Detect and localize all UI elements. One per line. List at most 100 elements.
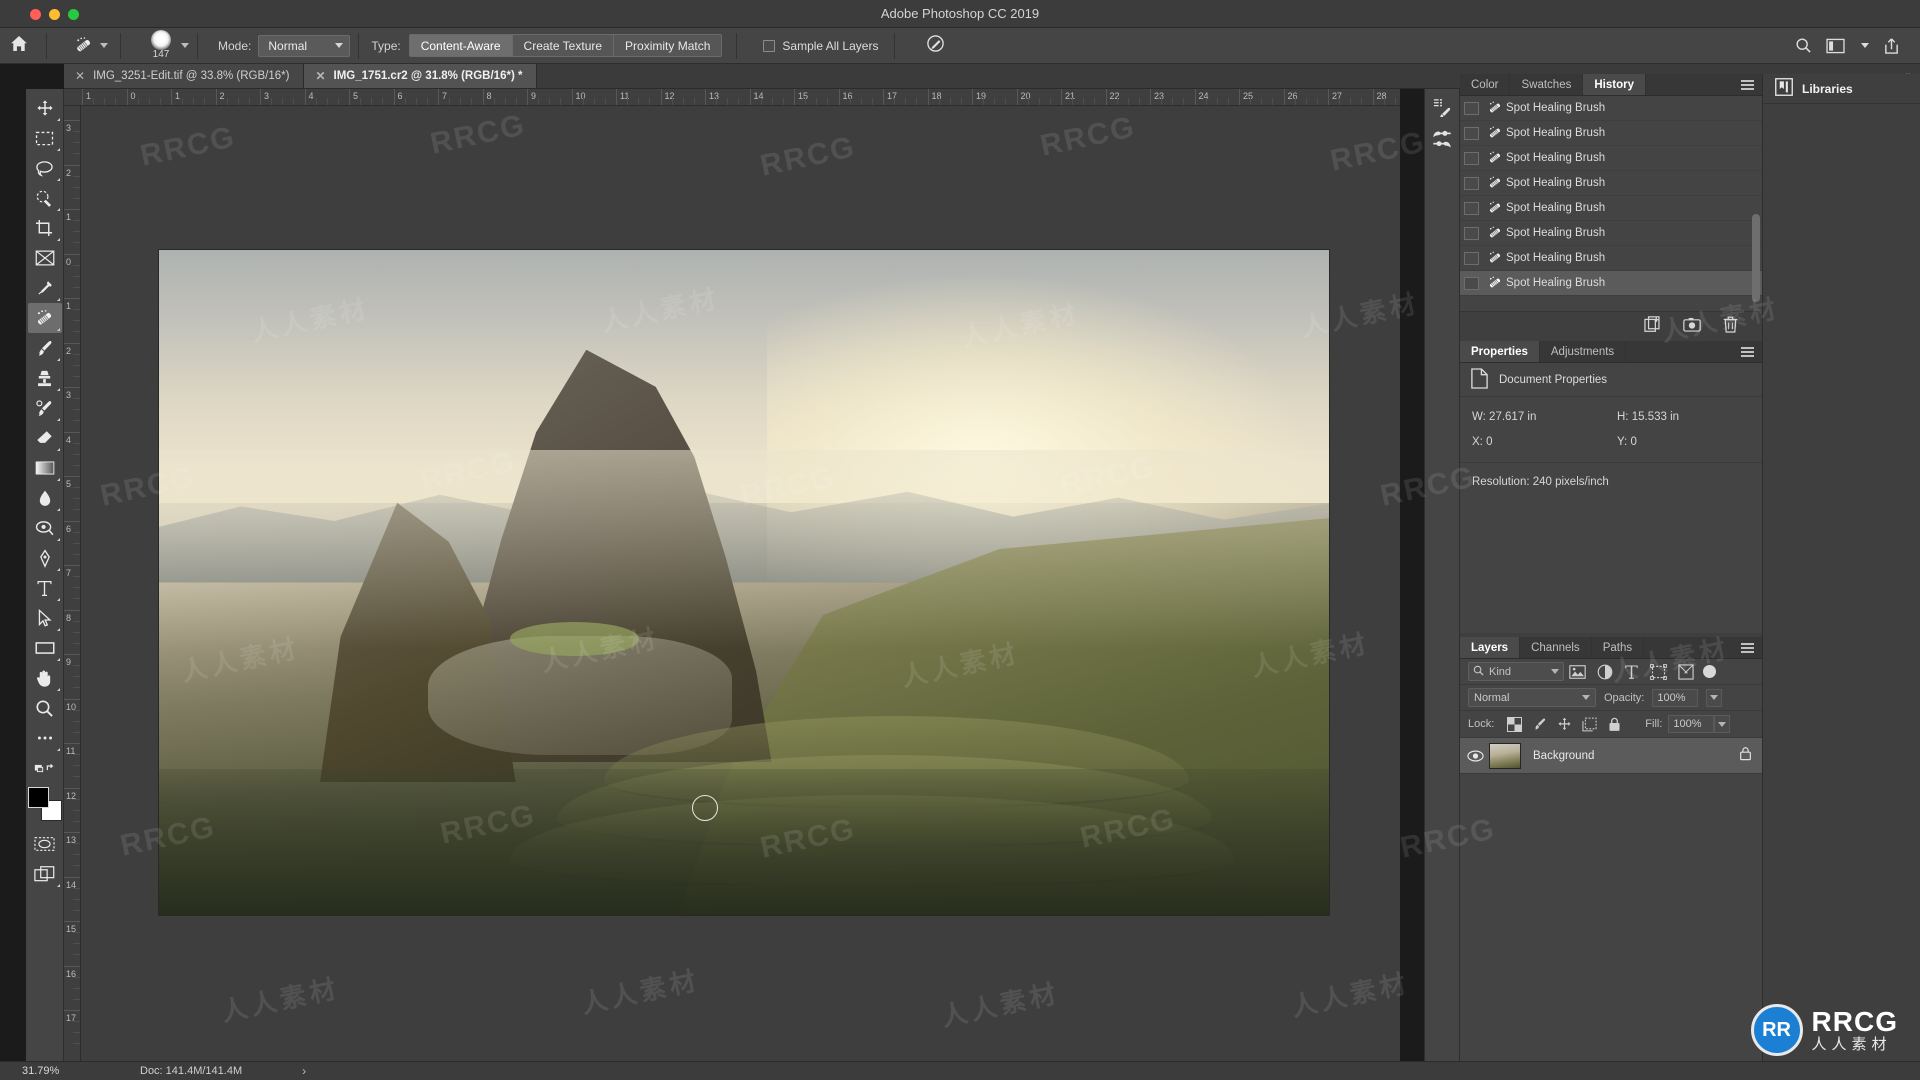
type-content-aware-button[interactable]: Content-Aware <box>408 34 513 57</box>
tab-swatches[interactable]: Swatches <box>1510 74 1584 95</box>
history-item[interactable]: Spot Healing Brush <box>1460 171 1762 196</box>
history-source-checkbox[interactable] <box>1464 126 1479 140</box>
history-brush-tool[interactable] <box>28 393 62 423</box>
filter-shape-button[interactable] <box>1645 661 1672 683</box>
history-item[interactable]: Spot Healing Brush <box>1460 146 1762 171</box>
history-list[interactable]: Spot Healing Brush Spot Healing Brush Sp… <box>1460 96 1762 311</box>
layer-visibility-toggle[interactable] <box>1464 749 1486 762</box>
sample-all-layers-checkbox[interactable]: Sample All Layers <box>763 39 878 53</box>
zoom-tool[interactable] <box>28 693 62 723</box>
dodge-tool[interactable] <box>28 513 62 543</box>
foreground-background-color[interactable] <box>27 787 62 821</box>
document-tab-img3251[interactable]: ✕ IMG_3251-Edit.tif @ 33.8% (RGB/16*) <box>64 64 305 88</box>
object-selection-tool[interactable] <box>28 183 62 213</box>
create-new-snapshot-button[interactable] <box>1682 315 1701 334</box>
height-field[interactable]: H: 15.533 in <box>1617 411 1762 423</box>
lock-transparent-pixels-button[interactable] <box>1502 713 1527 735</box>
type-create-texture-button[interactable]: Create Texture <box>512 34 615 57</box>
opacity-value[interactable]: 100% <box>1652 688 1699 707</box>
tool-preset-chevron-down-icon[interactable] <box>100 43 108 48</box>
delete-state-button[interactable] <box>1721 315 1740 334</box>
path-selection-tool[interactable] <box>28 603 62 633</box>
filter-enable-toggle[interactable] <box>1703 665 1716 678</box>
panel-menu-icon[interactable] <box>1741 643 1754 653</box>
tab-color[interactable]: Color <box>1460 74 1511 95</box>
zoom-level-field[interactable]: 31.79% <box>0 1065 78 1077</box>
history-item[interactable]: Spot Healing Brush <box>1460 221 1762 246</box>
spot-healing-brush-tool[interactable] <box>27 303 62 333</box>
crop-tool[interactable] <box>28 213 62 243</box>
filter-adjustment-button[interactable] <box>1591 661 1618 683</box>
document-tab-img1751[interactable]: ✕ IMG_1751.cr2 @ 31.8% (RGB/16*) * <box>304 64 538 88</box>
history-item[interactable]: Spot Healing Brush <box>1460 96 1762 121</box>
filter-kind-select[interactable]: Kind <box>1468 662 1564 681</box>
history-item[interactable]: Spot Healing Brush <box>1460 121 1762 146</box>
screen-mode-button[interactable] <box>28 859 62 889</box>
tab-channels[interactable]: Channels <box>1520 637 1592 658</box>
home-button[interactable] <box>0 29 38 63</box>
default-colors-button[interactable] <box>28 753 62 783</box>
type-proximity-match-button[interactable]: Proximity Match <box>614 34 723 57</box>
create-document-from-state-button[interactable] <box>1643 315 1662 334</box>
document-image[interactable] <box>159 250 1329 915</box>
lock-image-pixels-button[interactable] <box>1527 713 1552 735</box>
lock-all-button[interactable] <box>1602 713 1627 735</box>
blend-mode-select[interactable]: Normal <box>1468 688 1596 707</box>
history-source-checkbox[interactable] <box>1464 151 1479 165</box>
search-icon[interactable] <box>1795 37 1812 54</box>
quick-mask-button[interactable] <box>28 829 62 859</box>
rectangle-tool[interactable] <box>28 633 62 663</box>
history-item[interactable]: Spot Healing Brush <box>1460 196 1762 221</box>
history-source-checkbox[interactable] <box>1464 101 1479 115</box>
pressure-for-size-button[interactable] <box>921 33 949 59</box>
frame-tool[interactable] <box>28 243 62 273</box>
horizontal-ruler[interactable]: 1 0 1 2 3 4 5 6 7 8 9 10 11 12 13 14 15 16 17 18 19 20 21 22 23 2… <box>64 89 1400 106</box>
lock-position-button[interactable] <box>1552 713 1577 735</box>
panel-menu-icon[interactable] <box>1741 80 1754 90</box>
share-icon[interactable] <box>1883 37 1900 55</box>
fill-stepper[interactable] <box>1714 715 1731 733</box>
clone-stamp-tool[interactable] <box>28 363 62 393</box>
lasso-tool[interactable] <box>28 153 62 183</box>
pen-tool[interactable] <box>28 543 62 573</box>
width-field[interactable]: W: 27.617 in <box>1472 411 1617 423</box>
tab-paths[interactable]: Paths <box>1592 637 1645 658</box>
layer-row-background[interactable]: Background <box>1460 738 1762 774</box>
history-source-checkbox[interactable] <box>1464 276 1479 290</box>
panel-menu-icon[interactable] <box>1741 347 1754 357</box>
eraser-tool[interactable] <box>28 423 62 453</box>
fill-value[interactable]: 100% <box>1668 715 1715 733</box>
canvas-area[interactable] <box>81 106 1400 1063</box>
history-source-checkbox[interactable] <box>1464 226 1479 240</box>
rectangular-marquee-tool[interactable] <box>28 123 62 153</box>
gradient-tool[interactable] <box>28 453 62 483</box>
x-field[interactable]: X: 0 <box>1472 436 1617 448</box>
opacity-stepper[interactable] <box>1706 688 1723 707</box>
tab-properties[interactable]: Properties <box>1460 341 1540 362</box>
history-scrollbar[interactable] <box>1752 214 1760 302</box>
brush-preset-chevron-down-icon[interactable] <box>181 43 189 48</box>
layer-name[interactable]: Background <box>1533 750 1594 762</box>
blend-mode-select[interactable]: Normal <box>258 34 351 57</box>
history-item[interactable]: Spot Healing Brush <box>1460 246 1762 271</box>
chevron-down-icon[interactable] <box>1861 43 1869 48</box>
libraries-header[interactable]: Libraries <box>1763 74 1920 104</box>
blur-tool[interactable] <box>28 483 62 513</box>
y-field[interactable]: Y: 0 <box>1617 436 1762 448</box>
close-icon[interactable]: ✕ <box>315 70 325 82</box>
move-tool[interactable] <box>28 93 62 123</box>
filter-type-button[interactable] <box>1618 661 1645 683</box>
filter-smart-object-button[interactable] <box>1672 661 1699 683</box>
chevron-right-icon[interactable]: › <box>302 1064 306 1078</box>
history-source-checkbox[interactable] <box>1464 251 1479 265</box>
brush-presets-button[interactable] <box>1427 127 1457 155</box>
brush-preset-picker[interactable]: 147 <box>143 29 179 63</box>
edit-toolbar-button[interactable] <box>28 723 62 753</box>
workspace-icon[interactable] <box>1826 38 1845 54</box>
foreground-color-swatch[interactable] <box>27 787 49 808</box>
lock-artboard-nesting-button[interactable] <box>1577 713 1602 735</box>
history-item-selected[interactable]: Spot Healing Brush <box>1460 271 1762 296</box>
history-source-checkbox[interactable] <box>1464 201 1479 215</box>
vertical-ruler[interactable]: 3 2 1 0 1 2 3 4 5 6 7 8 9 10 11 12 13 14 15 16 17 <box>64 106 81 1063</box>
tab-layers[interactable]: Layers <box>1460 637 1521 658</box>
